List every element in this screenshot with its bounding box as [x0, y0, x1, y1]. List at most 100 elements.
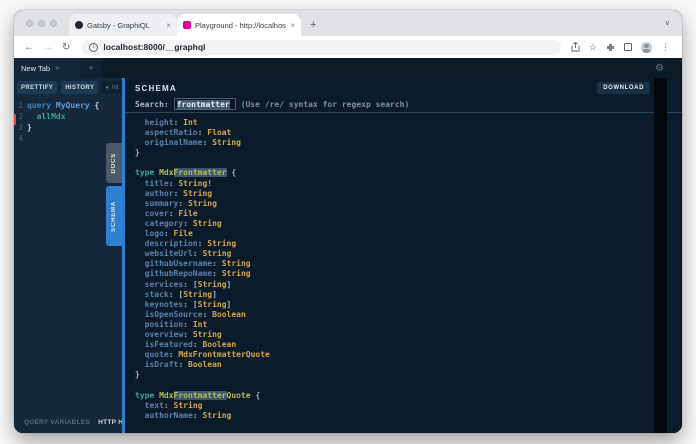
schema-code-line: services: [String]	[135, 280, 682, 290]
tab-search-chevron-icon[interactable]: ∨	[665, 10, 670, 36]
schema-code-line: aspectRatio: Float	[135, 128, 682, 138]
browser-tab-strip: Gatsby - GraphiQL × Playground - http://…	[14, 10, 682, 36]
schema-panel-title: SCHEMA	[135, 84, 177, 93]
search-hint: (Use /re/ syntax for regexp search)	[241, 100, 410, 109]
playground-favicon-icon	[183, 21, 191, 29]
code-text: query MyQuery {	[27, 101, 99, 110]
editor-line: 3}	[14, 122, 122, 133]
schema-code-line: githubRepoName: String	[135, 269, 682, 279]
schema-scrollbar[interactable]	[654, 78, 667, 433]
schema-side-tab-label: SCHEMA	[111, 201, 117, 232]
schema-code-line: isDraft: Boolean	[135, 360, 682, 370]
editor-line: 4	[14, 133, 122, 144]
editor-line: 1query MyQuery {	[14, 100, 122, 111]
editor-toolbar: PRETTIFY HISTORY ● htt	[14, 78, 122, 95]
schema-code-line	[135, 380, 682, 390]
schema-code-line: cover: File	[135, 209, 682, 219]
session-close-icon[interactable]: ×	[55, 64, 60, 73]
bookmark-star-icon[interactable]: ☆	[589, 42, 597, 53]
schema-code-viewer[interactable]: height: Int aspectRatio: Float originalN…	[125, 113, 682, 421]
endpoint-input[interactable]: ● htt	[102, 81, 122, 94]
session-tab[interactable]: New Tab ×	[14, 58, 80, 78]
http-headers-button[interactable]: HTTP HEADERS	[98, 419, 122, 426]
schema-code-line: }	[135, 148, 682, 158]
share-icon[interactable]	[571, 42, 580, 52]
code-text: allMdx	[27, 112, 66, 121]
schema-code-line: originalName: String	[135, 138, 682, 148]
schema-code-line: stack: [String]	[135, 290, 682, 300]
schema-search-row: Search: frontmatter (Use /re/ syntax for…	[125, 96, 682, 113]
add-session-button[interactable]: +	[80, 58, 102, 78]
back-icon[interactable]: ←	[24, 42, 34, 53]
search-input[interactable]: frontmatter	[174, 98, 236, 110]
prettify-button[interactable]: PRETTIFY	[17, 81, 57, 94]
schema-side-tab[interactable]: SCHEMA	[106, 186, 122, 246]
line-number: 1	[14, 101, 27, 110]
tab-close-icon[interactable]: ×	[290, 21, 295, 30]
extensions-icon[interactable]	[606, 43, 615, 52]
query-editor[interactable]: 1query MyQuery {2 allMdx3}4	[14, 100, 122, 144]
playground-topbar: New Tab × + ⚙	[14, 58, 682, 78]
settings-gear-icon[interactable]: ⚙	[655, 58, 664, 78]
schema-code-line: keynotes: [String]	[135, 300, 682, 310]
tab-title: Gatsby - GraphiQL	[87, 21, 162, 30]
playground-content: PRETTIFY HISTORY ● htt 1query MyQuery {2…	[14, 78, 682, 433]
toolbar-icons: ☆ ⋮	[571, 42, 670, 53]
error-marker	[14, 114, 16, 125]
schema-code-line: authorName: String	[135, 411, 682, 421]
schema-code-line: summary: String	[135, 199, 682, 209]
schema-code-line: }	[135, 370, 682, 380]
schema-code-line: title: String!	[135, 179, 682, 189]
tab-preview-icon[interactable]	[624, 43, 632, 51]
browser-tab-playground[interactable]: Playground - http://localhost:8 ×	[177, 14, 301, 36]
schema-code-line: websiteUrl: String	[135, 249, 682, 259]
tab-close-icon[interactable]: ×	[166, 21, 171, 30]
schema-code-line: githubUsername: String	[135, 259, 682, 269]
editor-line: 2 allMdx	[14, 111, 122, 122]
url-text: localhost:8000/__graphql	[103, 42, 205, 52]
schema-panel: SCHEMA DOWNLOAD Search: frontmatter (Use…	[125, 78, 682, 433]
close-window-button[interactable]	[26, 20, 33, 27]
schema-code-line: category: String	[135, 219, 682, 229]
schema-code-line: overview: String	[135, 330, 682, 340]
schema-code-line: logo: File	[135, 229, 682, 239]
browser-menu-icon[interactable]: ⋮	[661, 42, 670, 53]
profile-avatar[interactable]	[641, 42, 652, 53]
download-button[interactable]: DOWNLOAD	[597, 82, 650, 94]
code-text: }	[27, 123, 32, 132]
url-input[interactable]: i localhost:8000/__graphql	[81, 40, 561, 55]
minimize-window-button[interactable]	[38, 20, 45, 27]
schema-code-line: text: String	[135, 401, 682, 411]
docs-side-tab-label: DOCS	[111, 153, 117, 174]
schema-code-line: isOpenSource: Boolean	[135, 310, 682, 320]
schema-code-line: type MdxFrontmatterQuote {	[135, 391, 682, 401]
query-editor-panel: PRETTIFY HISTORY ● htt 1query MyQuery {2…	[14, 78, 122, 433]
schema-code-line: quote: MdxFrontmatterQuote	[135, 350, 682, 360]
address-bar: ← → ↻ i localhost:8000/__graphql ☆ ⋮	[14, 36, 682, 58]
schema-code-line: position: Int	[135, 320, 682, 330]
schema-code-line: author: String	[135, 189, 682, 199]
tab-title: Playground - http://localhost:8	[195, 21, 286, 30]
site-info-icon[interactable]: i	[89, 43, 98, 52]
editor-footer: QUERY VARIABLES HTTP HEADERS	[24, 419, 122, 426]
browser-tab-gatsby[interactable]: Gatsby - GraphiQL ×	[69, 14, 177, 36]
traffic-lights	[14, 10, 69, 36]
maximize-window-button[interactable]	[50, 20, 57, 27]
session-tab-label: New Tab	[21, 64, 50, 73]
schema-code-line: type MdxFrontmatter {	[135, 168, 682, 178]
new-tab-button[interactable]: +	[310, 14, 316, 36]
docs-side-tab[interactable]: DOCS	[106, 143, 122, 183]
forward-icon[interactable]: →	[43, 42, 53, 53]
search-value: frontmatter	[177, 100, 230, 109]
browser-window: Gatsby - GraphiQL × Playground - http://…	[14, 10, 682, 433]
endpoint-status-dot-icon: ●	[105, 85, 109, 91]
query-variables-button[interactable]: QUERY VARIABLES	[24, 419, 90, 426]
schema-code-line: description: String	[135, 239, 682, 249]
reload-icon[interactable]: ↻	[62, 42, 70, 53]
schema-code-line: height: Int	[135, 118, 682, 128]
history-button[interactable]: HISTORY	[61, 81, 98, 94]
line-number: 4	[14, 134, 27, 143]
gatsby-favicon-icon	[75, 21, 83, 29]
schema-code-line	[135, 158, 682, 168]
schema-header: SCHEMA DOWNLOAD	[125, 78, 682, 96]
